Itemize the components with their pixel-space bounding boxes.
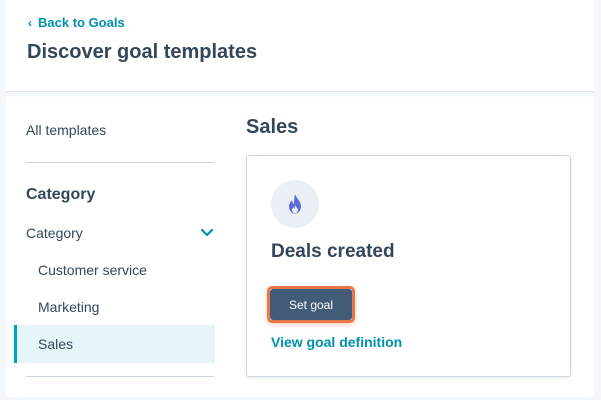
main-content: All templates Category Category Customer… bbox=[6, 97, 594, 397]
sidebar-item-customer-service[interactable]: Customer service bbox=[14, 251, 215, 289]
page-header: ‹ Back to Goals Discover goal templates bbox=[6, 0, 594, 92]
chevron-left-icon: ‹ bbox=[28, 15, 32, 30]
sidebar-item-marketing[interactable]: Marketing bbox=[14, 288, 215, 326]
page-title: Discover goal templates bbox=[27, 41, 258, 63]
back-to-goals-link[interactable]: ‹ Back to Goals bbox=[28, 15, 125, 30]
sidebar: All templates Category Category Customer… bbox=[6, 97, 222, 397]
sidebar-item-label: Sales bbox=[38, 336, 74, 352]
card-title: Deals created bbox=[271, 241, 395, 262]
sidebar-item-sales[interactable]: Sales bbox=[14, 325, 215, 363]
sidebar-divider bbox=[26, 376, 214, 377]
category-heading: Category bbox=[26, 186, 96, 203]
sidebar-item-label: Marketing bbox=[38, 299, 100, 315]
sidebar-divider bbox=[26, 162, 214, 163]
view-goal-definition-link[interactable]: View goal definition bbox=[271, 334, 402, 350]
set-goal-button[interactable]: Set goal bbox=[270, 289, 352, 320]
goal-template-card: Deals created Set goal View goal definit… bbox=[246, 155, 571, 377]
category-toggle[interactable]: Category bbox=[26, 221, 214, 245]
chevron-down-icon[interactable] bbox=[200, 228, 214, 238]
flame-icon bbox=[271, 180, 319, 228]
back-link-label: Back to Goals bbox=[38, 15, 125, 30]
category-toggle-label: Category bbox=[26, 225, 83, 241]
sidebar-item-all-templates[interactable]: All templates bbox=[26, 122, 106, 138]
section-title: Sales bbox=[246, 116, 299, 138]
sidebar-item-label: Customer service bbox=[38, 262, 147, 278]
